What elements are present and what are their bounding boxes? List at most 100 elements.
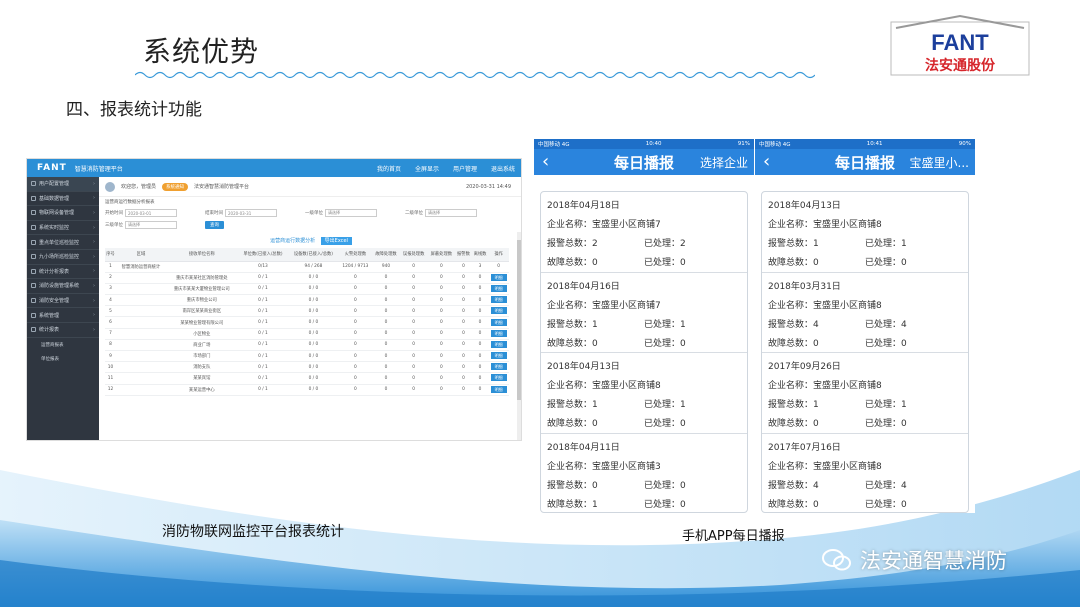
detail-button[interactable]: 明细 xyxy=(490,374,507,382)
sidebar-item[interactable]: 重点单位巡检监控 › xyxy=(27,235,99,250)
table-cell: 小区物业 xyxy=(165,328,238,340)
report-card[interactable]: 2018年04月18日 企业名称：宝盛里小区商铺7 报警总数：2 已处理：2 故障总数：… xyxy=(541,192,747,273)
top-link-logout[interactable]: 退出系统 xyxy=(491,164,515,173)
table-row: 4 重庆市物业公司 0 / 10 / 0 0 0 0 0 0 0 明细 xyxy=(105,294,509,307)
table-cell: 0 / 0 xyxy=(288,328,339,340)
table-cell: 11 xyxy=(105,372,117,385)
sidebar-item[interactable]: 用户配置管理 › xyxy=(27,177,99,192)
fault-handled: 已处理：0 xyxy=(865,338,907,349)
report-card[interactable]: 2018年04月13日 企业名称：宝盛里小区商铺8 报警总数：1 已处理：1 故障总数：… xyxy=(762,192,968,273)
sidebar-subitem[interactable]: 运营商报表 xyxy=(27,338,99,352)
detail-button[interactable]: 明细 xyxy=(490,385,507,393)
table-cell xyxy=(116,328,166,340)
report-card[interactable]: 2018年04月11日 企业名称：宝盛里小区商铺3 报警总数：0 已处理：0 故障总数：… xyxy=(541,434,747,513)
table-cell: 0 xyxy=(427,361,456,374)
search-button[interactable]: 查询 xyxy=(205,221,224,229)
sidebar-item-label: 重点单位巡检监控 xyxy=(39,239,80,246)
table-cell: 0 xyxy=(399,272,428,284)
table-cell: 0 xyxy=(372,328,400,340)
filter-field: 结束时间 2020-03-31 xyxy=(205,209,301,217)
sidebar-item[interactable]: 消防安全管理 › xyxy=(27,294,99,309)
table-cell: 0 / 0 xyxy=(288,305,339,318)
status-bar: 中国移动 4G 10:40 91% xyxy=(534,139,754,149)
sidebar-item[interactable]: 系统管理 › xyxy=(27,308,99,323)
scrollbar[interactable] xyxy=(517,232,521,440)
fault-handled: 已处理：0 xyxy=(865,419,907,429)
status-time: 10:41 xyxy=(866,141,883,147)
report-card[interactable]: 2017年07月16日 企业名称：宝盛里小区商铺8 报警总数：4 已处理：4 故障总数：… xyxy=(762,434,968,513)
sidebar-item[interactable]: 基础数据管理 › xyxy=(27,192,99,207)
table-cell: 5 xyxy=(105,305,117,318)
platform-brand: FANT xyxy=(37,163,67,173)
table-cell: 0 xyxy=(372,350,400,363)
column-header: 序号 xyxy=(105,248,117,262)
detail-button[interactable]: 明细 xyxy=(490,307,507,315)
table-cell: 明细 xyxy=(488,328,509,340)
table-cell xyxy=(116,372,166,385)
table-cell: 0 xyxy=(471,372,489,385)
table-cell: 9 xyxy=(105,350,117,363)
filter-input[interactable]: 请选择 xyxy=(125,221,177,229)
table-cell: 0 xyxy=(338,283,373,296)
table-cell: 0 xyxy=(471,294,489,307)
detail-button[interactable]: 明细 xyxy=(490,318,507,326)
select-company-button[interactable]: 选择企业 xyxy=(700,154,748,171)
table-cell: 0 xyxy=(399,283,428,296)
table-cell: 0 / 0 xyxy=(288,339,339,352)
table-row: 11 某某宾馆 0 / 10 / 0 0 0 0 0 0 0 明细 xyxy=(105,372,509,385)
battery: 91% xyxy=(737,141,750,147)
detail-button[interactable]: 明细 xyxy=(490,284,507,292)
table-cell: 0 xyxy=(338,384,373,396)
detail-button[interactable]: 明细 xyxy=(490,329,507,337)
report-card[interactable]: 2018年04月13日 企业名称：宝盛里小区商铺8 报警总数：1 已处理：1 故障总数：… xyxy=(541,353,747,434)
sidebar-item-label: 物联网设备管理 xyxy=(39,210,75,217)
detail-button[interactable]: 明细 xyxy=(490,296,507,304)
report-card[interactable]: 2017年09月26日 企业名称：宝盛里小区商铺8 报警总数：1 已处理：1 故障总数：… xyxy=(762,353,968,434)
sidebar-item[interactable]: 九小场所巡检监控 › xyxy=(27,250,99,265)
sidebar-item[interactable]: 统计报表 › xyxy=(27,323,99,338)
filter-input[interactable]: 2020-03-01 xyxy=(125,209,177,217)
column-header: 单位数(已接入/总数) xyxy=(237,248,289,262)
table-cell: 0 xyxy=(427,294,456,307)
table-cell: 0 / 1 xyxy=(237,339,289,352)
company-filter-button[interactable]: 宝盛里小... xyxy=(910,154,969,171)
detail-button[interactable]: 明细 xyxy=(490,352,507,360)
report-card[interactable]: 2018年03月31日 企业名称：宝盛里小区商铺8 报警总数：4 已处理：4 故障总数：… xyxy=(762,273,968,353)
table-row: 8 商业广场 0 / 10 / 0 0 0 0 0 0 0 明细 xyxy=(105,339,509,352)
sidebar-item[interactable]: 消防设施管理系统 › xyxy=(27,279,99,294)
fault-total: 故障总数：1 xyxy=(547,499,598,510)
card-date: 2018年04月13日 xyxy=(768,201,841,211)
table-cell: 明细 xyxy=(488,372,509,385)
filter-input[interactable]: 请选择 xyxy=(325,209,377,217)
fault-handled: 已处理：0 xyxy=(865,499,907,510)
table-cell: 0 xyxy=(455,372,472,385)
sidebar-item[interactable]: 统计分析报表 › xyxy=(27,265,99,280)
table-cell: 0 xyxy=(338,294,373,307)
table-cell: 0 xyxy=(427,384,456,396)
table-cell: 0 xyxy=(471,272,489,284)
status-time: 10:40 xyxy=(645,141,662,147)
filter-input[interactable]: 2020-03-31 xyxy=(225,209,277,217)
top-link-home[interactable]: 我的首页 xyxy=(377,164,401,173)
sidebar-item[interactable]: 系统实时监控 › xyxy=(27,221,99,236)
export-button[interactable]: 导出Excel xyxy=(320,237,352,245)
table-cell: 重庆市某某社区消防管理处 xyxy=(165,272,238,284)
logo-text: FANT xyxy=(931,30,989,55)
table-cell: 0 xyxy=(372,384,400,396)
decorative-line xyxy=(135,71,815,79)
top-link-user[interactable]: 用户管理 xyxy=(453,164,477,173)
chevron-right-icon: › xyxy=(93,282,95,289)
table-cell: 0 xyxy=(455,294,472,307)
top-link-fullscreen[interactable]: 全屏显示 xyxy=(415,164,439,173)
sidebar-item[interactable]: 物联网设备管理 › xyxy=(27,206,99,221)
detail-button[interactable]: 明细 xyxy=(490,273,507,281)
sidebar-subitem[interactable]: 单位报表 xyxy=(27,352,99,366)
detail-button[interactable]: 明细 xyxy=(490,340,507,348)
report-card[interactable]: 2018年04月16日 企业名称：宝盛里小区商铺7 报警总数：1 已处理：1 故障总数：… xyxy=(541,273,747,353)
detail-button[interactable]: 明细 xyxy=(490,363,507,371)
table-cell: 0 xyxy=(427,372,456,385)
table-cell: 0 / 0 xyxy=(288,361,339,374)
table-cell: 明细 xyxy=(488,283,509,296)
filter-input[interactable]: 请选择 xyxy=(425,209,477,217)
status-bar: 中国移动 4G 10:41 90% xyxy=(755,139,975,149)
